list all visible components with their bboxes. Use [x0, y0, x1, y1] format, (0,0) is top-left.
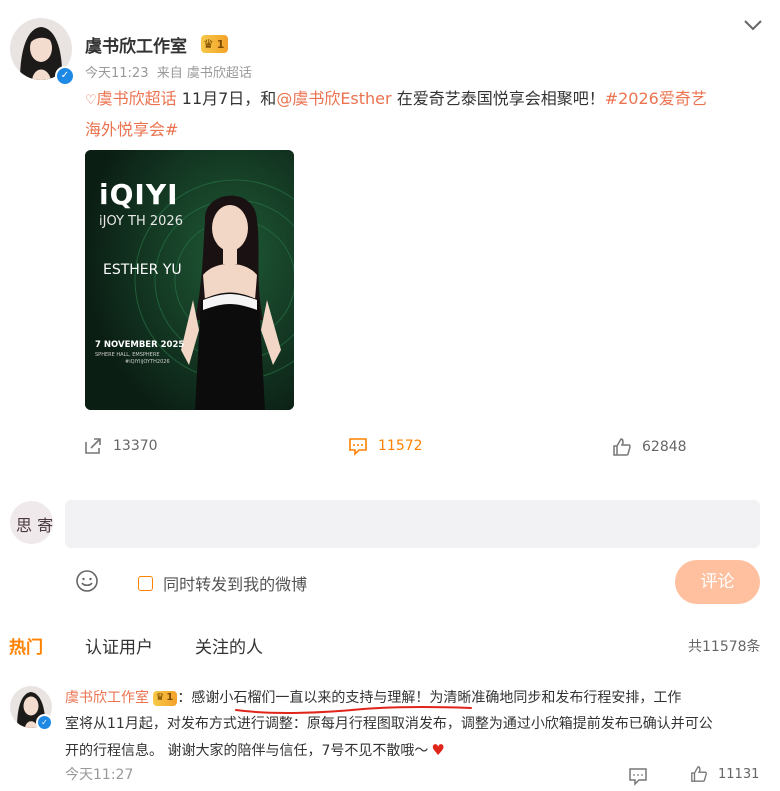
comment-button[interactable]: 11572 [348, 436, 423, 456]
comment-thumbs-up-icon [691, 766, 707, 782]
my-avatar[interactable]: 思 寄 [10, 501, 53, 544]
comment-count: 11572 [378, 438, 423, 454]
emoji-icon[interactable] [75, 569, 99, 593]
post-meta: 今天11:23 来自 虞书欣超话 [85, 62, 252, 81]
share-button[interactable]: 13370 [83, 436, 158, 456]
super-topic-icon: ♡ [85, 93, 97, 108]
like-count: 62848 [642, 439, 687, 455]
forward-checkbox[interactable] [138, 575, 153, 591]
forward-checkbox-row[interactable]: 同时转发到我的微博 [138, 571, 307, 595]
comment-crown-icon: ♛ [155, 692, 165, 703]
heart-icon: ♥ [431, 741, 445, 759]
mention-link[interactable]: @虞书欣Esther [276, 89, 391, 108]
vip-level-badge: ♛ 1 [201, 35, 229, 53]
comment-time: 今天11:27 [65, 767, 134, 783]
post-time[interactable]: 今天11:23 [85, 66, 148, 81]
image-name: ESTHER YU [103, 262, 182, 278]
image-venue: SPHERE HALL, EMSPHERE [95, 352, 160, 358]
svg-text:思 寄: 思 寄 [16, 516, 53, 535]
image-date: 7 NOVEMBER 2025 [95, 340, 185, 350]
comment-tabs: 热门 认证用户 关注的人 [9, 633, 305, 658]
tab-verified[interactable]: 认证用户 [85, 638, 153, 658]
comment-vip-level: 1 [166, 692, 174, 703]
tab-following[interactable]: 关注的人 [195, 638, 263, 658]
comment-reply-icon[interactable] [628, 766, 648, 786]
red-underline-annotation [235, 706, 472, 714]
comment-total: 共11578条 [688, 639, 761, 655]
share-icon [85, 438, 101, 454]
comment-like-count: 11131 [718, 766, 760, 782]
comment-vip-badge: ♛ 1 [153, 690, 178, 706]
image-tag: #iQIYIiJOYTH2026 [125, 359, 170, 365]
comment-verified-icon: ✓ [36, 714, 53, 731]
share-count: 13370 [113, 438, 158, 454]
thumbs-up-icon [613, 438, 631, 456]
like-button[interactable]: 62848 [612, 437, 687, 457]
post-source[interactable]: 来自 虞书欣超话 [157, 66, 252, 81]
super-topic-link[interactable]: ♡虞书欣超话 [85, 89, 177, 108]
post-text: ♡虞书欣超话 11月7日，和@虞书欣Esther 在爱奇艺泰国悦享会相聚吧！#2… [85, 89, 707, 139]
post-menu-chevron-icon[interactable] [742, 14, 764, 36]
comment-like-button[interactable]: 11131 [690, 765, 759, 783]
forward-label: 同时转发到我的微博 [163, 575, 308, 594]
crown-icon: ♛ [203, 37, 214, 51]
image-event: iJOY TH 2026 [99, 214, 183, 229]
verified-badge-icon: ✓ [55, 66, 75, 86]
vip-level-number: 1 [216, 37, 225, 51]
tab-hot[interactable]: 热门 [9, 638, 43, 658]
post-author-name[interactable]: 虞书欣工作室 [85, 32, 187, 57]
comment-input[interactable] [65, 500, 760, 548]
comment-icon [349, 438, 367, 456]
submit-comment-button[interactable]: 评论 [675, 560, 760, 604]
image-brand: iQIYI [99, 178, 179, 211]
post-image[interactable]: iQIYI iJOY TH 2026 ESTHER YU 7 NOVEMBER … [85, 150, 294, 410]
comment-body: 虞书欣工作室 ♛ 1 ：感谢小石榴们一直以来的支持与理解！为清晰准确地同步和发布行程… [65, 685, 765, 764]
comment-author-name[interactable]: 虞书欣工作室 [65, 690, 149, 706]
